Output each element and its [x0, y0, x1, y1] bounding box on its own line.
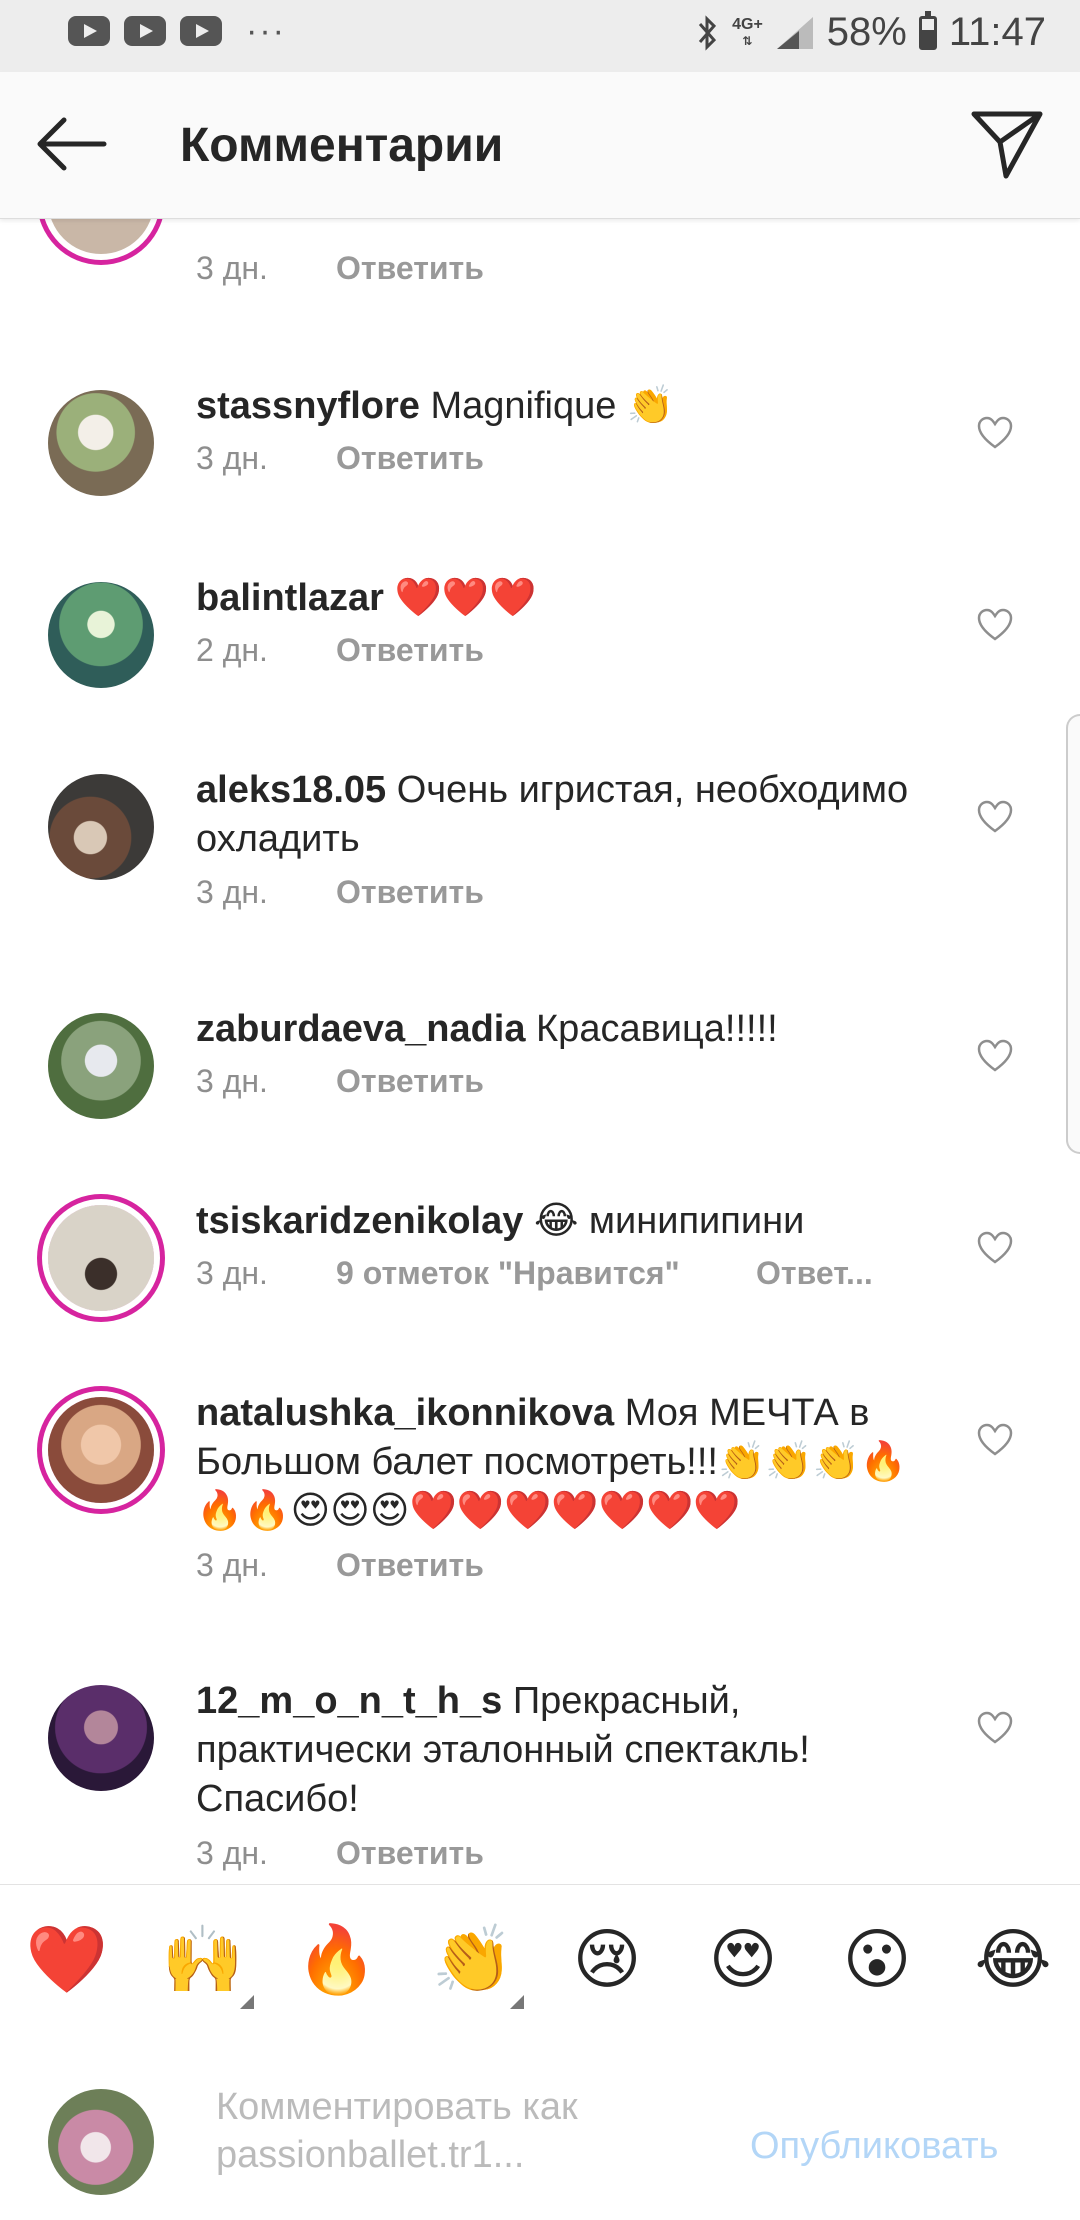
crying-face-emoji-button[interactable]: 😢 — [562, 1923, 652, 1995]
comment-username[interactable]: aleks18.05 — [196, 769, 386, 811]
reply-button[interactable]: Ответить — [336, 874, 484, 911]
comment-text: 12_m_o_n_t_h_s Прекрасный, практически э… — [196, 1677, 936, 1824]
youtube-icon — [124, 16, 166, 46]
network-type: 4G+ ⇅ — [732, 15, 763, 48]
comment-username[interactable]: tsiskaridzenikolay — [196, 1200, 523, 1242]
avatar[interactable] — [48, 390, 154, 496]
like-heart-icon[interactable] — [977, 1423, 1013, 1457]
comment-time: 3 дн. — [196, 1255, 268, 1291]
reply-button[interactable]: Ответить — [336, 1547, 484, 1584]
clock: 11:47 — [948, 10, 1046, 54]
like-heart-icon[interactable] — [977, 1711, 1013, 1745]
current-user-avatar — [48, 2089, 154, 2195]
app-bar: Комментарии — [0, 72, 1080, 219]
reply-button[interactable]: Ответить — [336, 1835, 484, 1872]
comment-time: 3 дн. — [196, 440, 268, 476]
skin-tone-indicator-icon — [510, 1995, 524, 2009]
comment-username[interactable]: 12_m_o_n_t_h_s — [196, 1680, 502, 1722]
comment-body: Красавица!!!!! — [536, 1008, 778, 1050]
comment-text: zaburdaeva_nadia Красавица!!!!! — [196, 1005, 936, 1054]
comment-username[interactable]: balintlazar — [196, 577, 384, 619]
battery-percent: 58% — [826, 10, 907, 54]
comment-username[interactable]: natalushka_ikonnikova — [196, 1392, 614, 1434]
comment-username[interactable]: stassnyflore — [196, 385, 420, 427]
reply-button[interactable]: Ответить — [336, 440, 484, 477]
comment-meta: 3 дн. 9 отметок "Нравится" Ответ... — [196, 1255, 873, 1292]
notification-icons: ··· — [68, 12, 286, 50]
comment-text: aleks18.05 Очень игристая, необходимо ох… — [196, 766, 936, 864]
reply-button[interactable]: Ответить — [336, 250, 484, 287]
clapping-hands-emoji-button[interactable]: 👏 — [428, 1923, 518, 1995]
avatar[interactable] — [48, 1205, 154, 1311]
avatar[interactable] — [48, 1397, 154, 1503]
comment-body: ❤️❤️❤️ — [394, 577, 537, 619]
comment-text: tsiskaridzenikolay 😂 минипипини — [196, 1197, 936, 1246]
comment-text: natalushka_ikonnikova Моя МЕЧТА в Большо… — [196, 1389, 936, 1536]
reply-button[interactable]: Ответ... — [756, 1255, 873, 1292]
comment-list[interactable]: 3 дн. Ответить stassnyflore Magnifique 👏… — [0, 218, 1080, 1884]
red-heart-emoji-button[interactable]: ❤️ — [22, 1923, 112, 1995]
comment-meta: 3 дн. Ответить — [196, 250, 484, 287]
more-notifications-icon: ··· — [246, 12, 286, 50]
comment-body: 😂 минипипини — [533, 1200, 805, 1242]
emoji-quick-bar: ❤️ 🙌 🔥 👏 😢 😍 😮 😂 — [0, 1884, 1080, 2032]
comment-meta: 3 дн. Ответить — [196, 1547, 484, 1584]
like-heart-icon[interactable] — [977, 800, 1013, 834]
comment-time: 3 дн. — [196, 1835, 268, 1871]
likes-count[interactable]: 9 отметок "Нравится" — [336, 1255, 756, 1292]
page-title: Комментарии — [180, 119, 504, 172]
scrollbar[interactable] — [1066, 714, 1080, 1154]
comment-time: 3 дн. — [196, 250, 268, 286]
tears-of-joy-emoji-button[interactable]: 😂 — [968, 1923, 1058, 1995]
comment-meta: 3 дн. Ответить — [196, 440, 484, 477]
heart-eyes-emoji-button[interactable]: 😍 — [698, 1923, 788, 1995]
avatar[interactable] — [48, 218, 154, 254]
avatar[interactable] — [48, 1685, 154, 1791]
avatar[interactable] — [48, 1013, 154, 1119]
comment-time: 3 дн. — [196, 1547, 268, 1583]
paper-plane-icon[interactable] — [970, 108, 1044, 180]
comment-meta: 2 дн. Ответить — [196, 632, 484, 669]
comment-input-bar: Комментировать как passionballet.tr1... … — [0, 2031, 1080, 2220]
comment-body: Magnifique 👏 — [430, 385, 675, 427]
comment-username[interactable]: zaburdaeva_nadia — [196, 1008, 525, 1050]
like-heart-icon[interactable] — [977, 416, 1013, 450]
comment-meta: 3 дн. Ответить — [196, 1835, 484, 1872]
reply-button[interactable]: Ответить — [336, 1063, 484, 1100]
comment-meta: 3 дн. Ответить — [196, 874, 484, 911]
fire-emoji-button[interactable]: 🔥 — [292, 1923, 382, 1995]
comment-time: 3 дн. — [196, 1063, 268, 1099]
avatar[interactable] — [48, 582, 154, 688]
youtube-icon — [180, 16, 222, 46]
reply-button[interactable]: Ответить — [336, 632, 484, 669]
comment-meta: 3 дн. Ответить — [196, 1063, 484, 1100]
like-heart-icon[interactable] — [977, 1231, 1013, 1265]
raising-hands-emoji-button[interactable]: 🙌 — [158, 1923, 248, 1995]
comment-text: balintlazar ❤️❤️❤️ — [196, 574, 936, 623]
like-heart-icon[interactable] — [977, 608, 1013, 642]
arrow-left-icon[interactable] — [34, 116, 108, 172]
comment-time: 3 дн. — [196, 874, 268, 910]
signal-icon — [775, 15, 815, 51]
comment-time: 2 дн. — [196, 632, 268, 668]
comment-input-placeholder-line2: passionballet.tr1... — [216, 2134, 525, 2176]
battery-icon — [918, 10, 937, 50]
comment-text: stassnyflore Magnifique 👏 — [196, 382, 936, 431]
comment-input-placeholder-line1: Комментировать как — [216, 2086, 578, 2128]
avatar[interactable] — [48, 774, 154, 880]
publish-button[interactable]: Опубликовать — [750, 2125, 998, 2168]
surprised-face-emoji-button[interactable]: 😮 — [832, 1923, 922, 1995]
system-status: 4G+ ⇅ 58% 11:47 — [696, 10, 1046, 55]
skin-tone-indicator-icon — [240, 1995, 254, 2009]
bluetooth-icon — [698, 14, 717, 51]
status-bar: ··· 4G+ ⇅ 58% 11:47 — [0, 0, 1080, 72]
like-heart-icon[interactable] — [977, 1039, 1013, 1073]
comment-input[interactable]: Комментировать как passionballet.tr1... — [216, 2083, 736, 2179]
youtube-icon — [68, 16, 110, 46]
